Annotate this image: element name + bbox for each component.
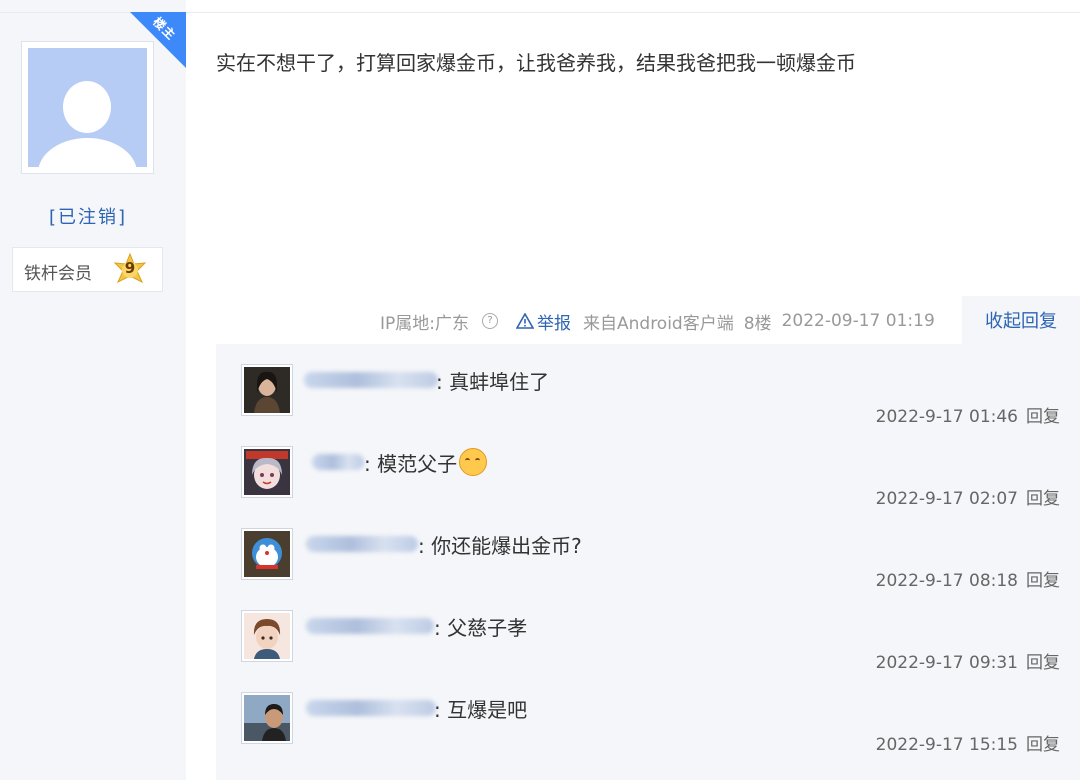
collapse-replies-button[interactable]: 收起回复	[962, 296, 1080, 344]
smile-emoji-icon	[459, 448, 488, 476]
level-badge-icon: 9	[113, 252, 147, 287]
warning-icon	[516, 313, 534, 329]
post-meta: IP属地:广东 ? 举报 来自Android客户端 8楼 2022-09-17 …	[380, 307, 945, 335]
cartoon-cat-avatar-icon	[244, 531, 290, 577]
reply-button[interactable]: 回复	[1026, 735, 1060, 755]
blurred-username[interactable]	[312, 454, 364, 470]
reply-item: : 真蚌埠住了 2022-9-17 01:46 回复	[216, 344, 1080, 427]
ip-location: IP属地:广东	[380, 313, 469, 334]
reply-avatar[interactable]	[241, 610, 293, 662]
reply-text: : 真蚌埠住了	[436, 370, 550, 394]
reply-text-row: : 模范父子	[364, 448, 488, 477]
reply-avatar[interactable]	[241, 692, 293, 744]
reply-text: : 互爆是吧	[434, 698, 528, 722]
reply-meta: 2022-9-17 01:46 回复	[876, 402, 1060, 427]
post-time: 2022-09-17 01:19	[781, 311, 935, 331]
reply-meta: 2022-9-17 09:31 回复	[876, 648, 1060, 673]
reply-text: : 你还能爆出金币?	[418, 534, 582, 558]
reply-time: 2022-9-17 01:46	[875, 407, 1018, 427]
reply-item: : 模范父子 2022-9-17 02:07 回复	[216, 426, 1080, 509]
level-number: 9	[124, 259, 136, 277]
reply-button[interactable]: 回复	[1026, 571, 1060, 591]
reply-text: : 父慈子孝	[434, 616, 528, 640]
reply-avatar[interactable]	[241, 364, 293, 416]
blurred-username[interactable]	[304, 372, 438, 388]
client-source: 来自Android客户端	[583, 313, 734, 334]
anime-boy-avatar-icon	[244, 613, 290, 659]
user-photo-icon	[244, 367, 290, 413]
reply-button[interactable]: 回复	[1026, 407, 1060, 427]
reply-item: : 互爆是吧 2022-9-17 15:15 回复	[216, 672, 1080, 755]
help-icon[interactable]: ?	[482, 313, 498, 329]
reply-time: 2022-9-17 08:18	[875, 571, 1018, 591]
blurred-username[interactable]	[306, 536, 418, 552]
reply-time: 2022-9-17 02:07	[875, 489, 1018, 509]
member-level-box[interactable]: 铁杆会员 9	[12, 247, 163, 292]
user-photo-icon	[244, 695, 290, 741]
blurred-username[interactable]	[306, 700, 436, 716]
reply-panel: : 真蚌埠住了 2022-9-17 01:46 回复 : 模范父子 2022-9-…	[216, 344, 1080, 780]
member-label: 铁杆会员	[24, 264, 92, 284]
reply-text: : 模范父子	[364, 452, 458, 476]
reply-button[interactable]: 回复	[1026, 489, 1060, 509]
reply-item: : 父慈子孝 2022-9-17 09:31 回复	[216, 590, 1080, 673]
blurred-username[interactable]	[306, 618, 434, 634]
floor-number: 8楼	[743, 313, 772, 334]
reply-avatar[interactable]	[241, 528, 293, 580]
reply-time: 2022-9-17 15:15	[875, 735, 1018, 755]
reply-item: : 你还能爆出金币? 2022-9-17 08:18 回复	[216, 508, 1080, 591]
post-content: 实在不想干了，打算回家爆金币，让我爸养我，结果我爸把我一顿爆金币	[216, 51, 856, 75]
reply-time: 2022-9-17 09:31	[875, 653, 1018, 673]
reply-meta: 2022-9-17 15:15 回复	[876, 730, 1060, 755]
reply-meta: 2022-9-17 08:18 回复	[876, 566, 1060, 591]
reply-avatar[interactable]	[241, 446, 293, 498]
author-name[interactable]: [已注销]	[0, 203, 176, 229]
report-button[interactable]: 举报	[516, 309, 571, 334]
reply-meta: 2022-9-17 02:07 回复	[876, 484, 1060, 509]
report-label: 举报	[537, 313, 571, 334]
anime-avatar-icon	[244, 449, 290, 495]
reply-button[interactable]: 回复	[1026, 653, 1060, 673]
